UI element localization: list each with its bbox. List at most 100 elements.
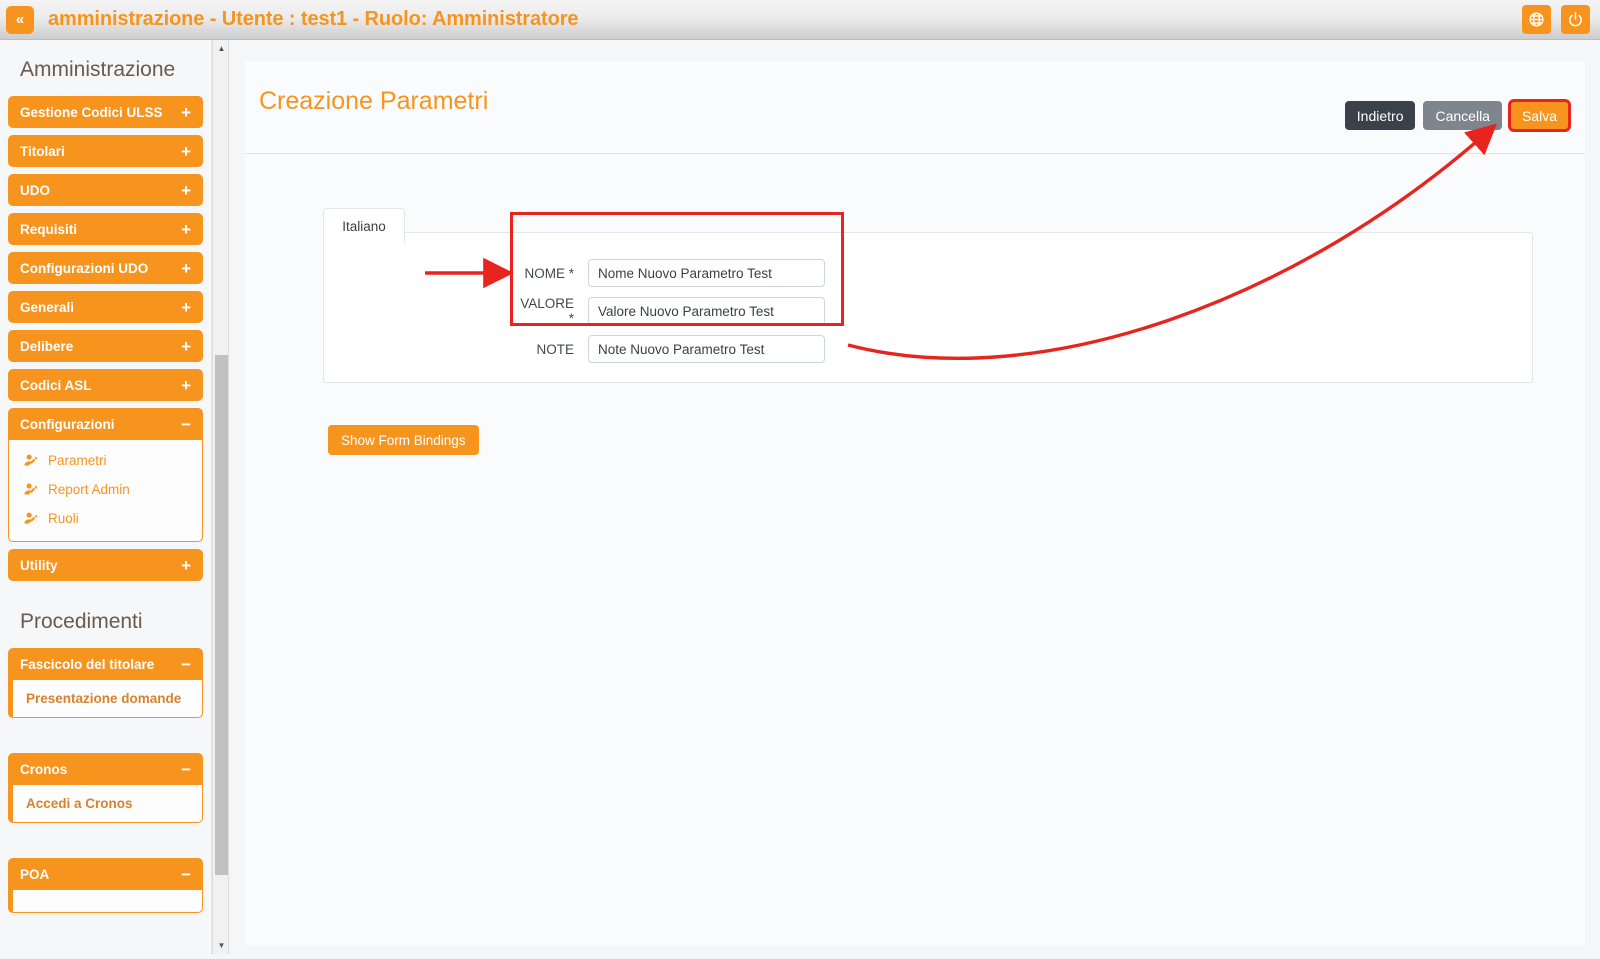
field-row-note: NOTE	[516, 335, 825, 363]
sidebar-item-configurazioni-udo[interactable]: Configurazioni UDO +	[8, 252, 203, 284]
note-input[interactable]	[588, 335, 825, 363]
sidebar-item-label: Parametri	[48, 453, 107, 468]
sidebar-collapse-icon[interactable]: «	[6, 6, 34, 34]
topbar-actions	[1522, 5, 1590, 34]
sidebar-item-label: UDO	[20, 183, 50, 198]
sidebar-item-parametri[interactable]: Parametri	[9, 446, 202, 475]
sidebar-item-gestione-codici-ulss[interactable]: Gestione Codici ULSS +	[8, 96, 203, 128]
collapse-minus-icon: −	[181, 656, 191, 673]
save-button[interactable]: Salva	[1510, 101, 1569, 130]
sidebar-group-configurazioni-udo: Configurazioni UDO +	[8, 252, 203, 284]
user-edit-icon	[23, 482, 39, 497]
page-title: Creazione Parametri	[259, 87, 488, 116]
expand-plus-icon: +	[181, 182, 191, 199]
sidebar-item-ruoli[interactable]: Ruoli	[9, 504, 202, 533]
app-title: amministrazione - Utente : test1 - Ruolo…	[48, 8, 578, 31]
main-content: Creazione Parametri Indietro Cancella Sa…	[231, 40, 1600, 954]
sidebar-item-utility[interactable]: Utility +	[8, 549, 203, 581]
action-bar: Indietro Cancella Salva	[1345, 101, 1569, 130]
collapse-minus-icon: −	[181, 761, 191, 778]
sidebar-item-cronos[interactable]: Cronos −	[8, 753, 203, 785]
sidebar-item-report-admin[interactable]: Report Admin	[9, 475, 202, 504]
sidebar-item-configurazioni[interactable]: Configurazioni −	[8, 408, 203, 440]
sidebar-inner: Amministrazione Gestione Codici ULSS + T…	[0, 40, 211, 913]
sidebar-group-generali: Generali +	[8, 291, 203, 323]
sidebar-item-poa[interactable]: POA −	[8, 858, 203, 890]
sidebar-scrollbar[interactable]: ▲ ▼	[212, 40, 229, 954]
sidebar-submenu-configurazioni: Parametri Report Admin Ruoli	[8, 440, 203, 542]
sidebar-item-label: Ruoli	[48, 511, 79, 526]
sidebar-group-udo: UDO +	[8, 174, 203, 206]
valore-input[interactable]	[588, 297, 825, 325]
field-label-note: NOTE	[516, 342, 588, 357]
sidebar-item-label: Utility	[20, 558, 58, 573]
content-card: Creazione Parametri Indietro Cancella Sa…	[245, 61, 1585, 945]
collapse-minus-icon: −	[181, 866, 191, 883]
sidebar: Amministrazione Gestione Codici ULSS + T…	[0, 40, 212, 954]
power-icon[interactable]	[1561, 5, 1590, 34]
nome-input[interactable]	[588, 259, 825, 287]
expand-plus-icon: +	[181, 260, 191, 277]
field-label-nome: NOME *	[516, 266, 588, 281]
expand-plus-icon: +	[181, 338, 191, 355]
show-form-bindings-button[interactable]: Show Form Bindings	[328, 425, 479, 455]
sidebar-item-label: Report Admin	[48, 482, 130, 497]
top-bar: « amministrazione - Utente : test1 - Ruo…	[0, 0, 1600, 40]
user-edit-icon	[23, 511, 39, 526]
sidebar-group-configurazioni: Configurazioni − Parametri Report Admin …	[8, 408, 203, 542]
sidebar-item-codici-asl[interactable]: Codici ASL +	[8, 369, 203, 401]
sidebar-submenu-fascicolo: Presentazione domande	[8, 680, 203, 718]
sidebar-scrollbar-thumb[interactable]	[215, 355, 228, 875]
sidebar-item-requisiti[interactable]: Requisiti +	[8, 213, 203, 245]
expand-plus-icon: +	[181, 143, 191, 160]
form-fields: NOME * VALORE * NOTE	[516, 259, 825, 363]
field-row-valore: VALORE *	[516, 296, 825, 326]
sidebar-item-label: Delibere	[20, 339, 73, 354]
expand-plus-icon: +	[181, 299, 191, 316]
sidebar-group-requisiti: Requisiti +	[8, 213, 203, 245]
sidebar-item-label: Requisiti	[20, 222, 77, 237]
field-label-valore: VALORE *	[516, 296, 588, 326]
sidebar-submenu-poa	[8, 890, 203, 913]
scroll-down-arrow-icon[interactable]: ▼	[213, 937, 230, 954]
expand-plus-icon: +	[181, 377, 191, 394]
sidebar-item-presentazione-domande[interactable]: Presentazione domande	[13, 680, 202, 717]
sidebar-group-delibere: Delibere +	[8, 330, 203, 362]
sidebar-submenu-cronos: Accedi a Cronos	[8, 785, 203, 823]
sidebar-item-poa-child[interactable]	[13, 890, 202, 912]
tab-italiano[interactable]: Italiano	[323, 208, 405, 244]
sidebar-item-label: Codici ASL	[20, 378, 92, 393]
globe-icon[interactable]	[1522, 5, 1551, 34]
sidebar-item-label: POA	[20, 867, 49, 882]
sidebar-spacer	[8, 830, 203, 858]
sidebar-section-procedimenti: Procedimenti	[8, 588, 203, 648]
scroll-up-arrow-icon[interactable]: ▲	[213, 40, 230, 57]
sidebar-item-label: Fascicolo del titolare	[20, 657, 154, 672]
sidebar-group-titolari: Titolari +	[8, 135, 203, 167]
sidebar-spacer	[8, 725, 203, 753]
back-button[interactable]: Indietro	[1345, 101, 1416, 130]
double-chevron-left-glyph: «	[16, 12, 24, 27]
sidebar-group-gestione-codici-ulss: Gestione Codici ULSS +	[8, 96, 203, 128]
field-row-nome: NOME *	[516, 259, 825, 287]
expand-plus-icon: +	[181, 104, 191, 121]
sidebar-item-accedi-a-cronos[interactable]: Accedi a Cronos	[13, 785, 202, 822]
sidebar-item-udo[interactable]: UDO +	[8, 174, 203, 206]
expand-plus-icon: +	[181, 221, 191, 238]
sidebar-section-amministrazione: Amministrazione	[8, 40, 203, 96]
sidebar-item-label: Cronos	[20, 762, 67, 777]
sidebar-group-utility: Utility +	[8, 549, 203, 581]
sidebar-group-codici-asl: Codici ASL +	[8, 369, 203, 401]
sidebar-item-delibere[interactable]: Delibere +	[8, 330, 203, 362]
collapse-minus-icon: −	[181, 416, 191, 433]
sidebar-item-label: Gestione Codici ULSS	[20, 105, 163, 120]
expand-plus-icon: +	[181, 557, 191, 574]
sidebar-item-titolari[interactable]: Titolari +	[8, 135, 203, 167]
sidebar-item-label: Configurazioni UDO	[20, 261, 148, 276]
sidebar-item-generali[interactable]: Generali +	[8, 291, 203, 323]
sidebar-group-cronos: Cronos − Accedi a Cronos	[8, 753, 203, 823]
cancel-button[interactable]: Cancella	[1423, 101, 1501, 130]
sidebar-item-label: Generali	[20, 300, 74, 315]
sidebar-item-fascicolo-del-titolare[interactable]: Fascicolo del titolare −	[8, 648, 203, 680]
form-panel: NOME * VALORE * NOTE	[323, 232, 1533, 383]
